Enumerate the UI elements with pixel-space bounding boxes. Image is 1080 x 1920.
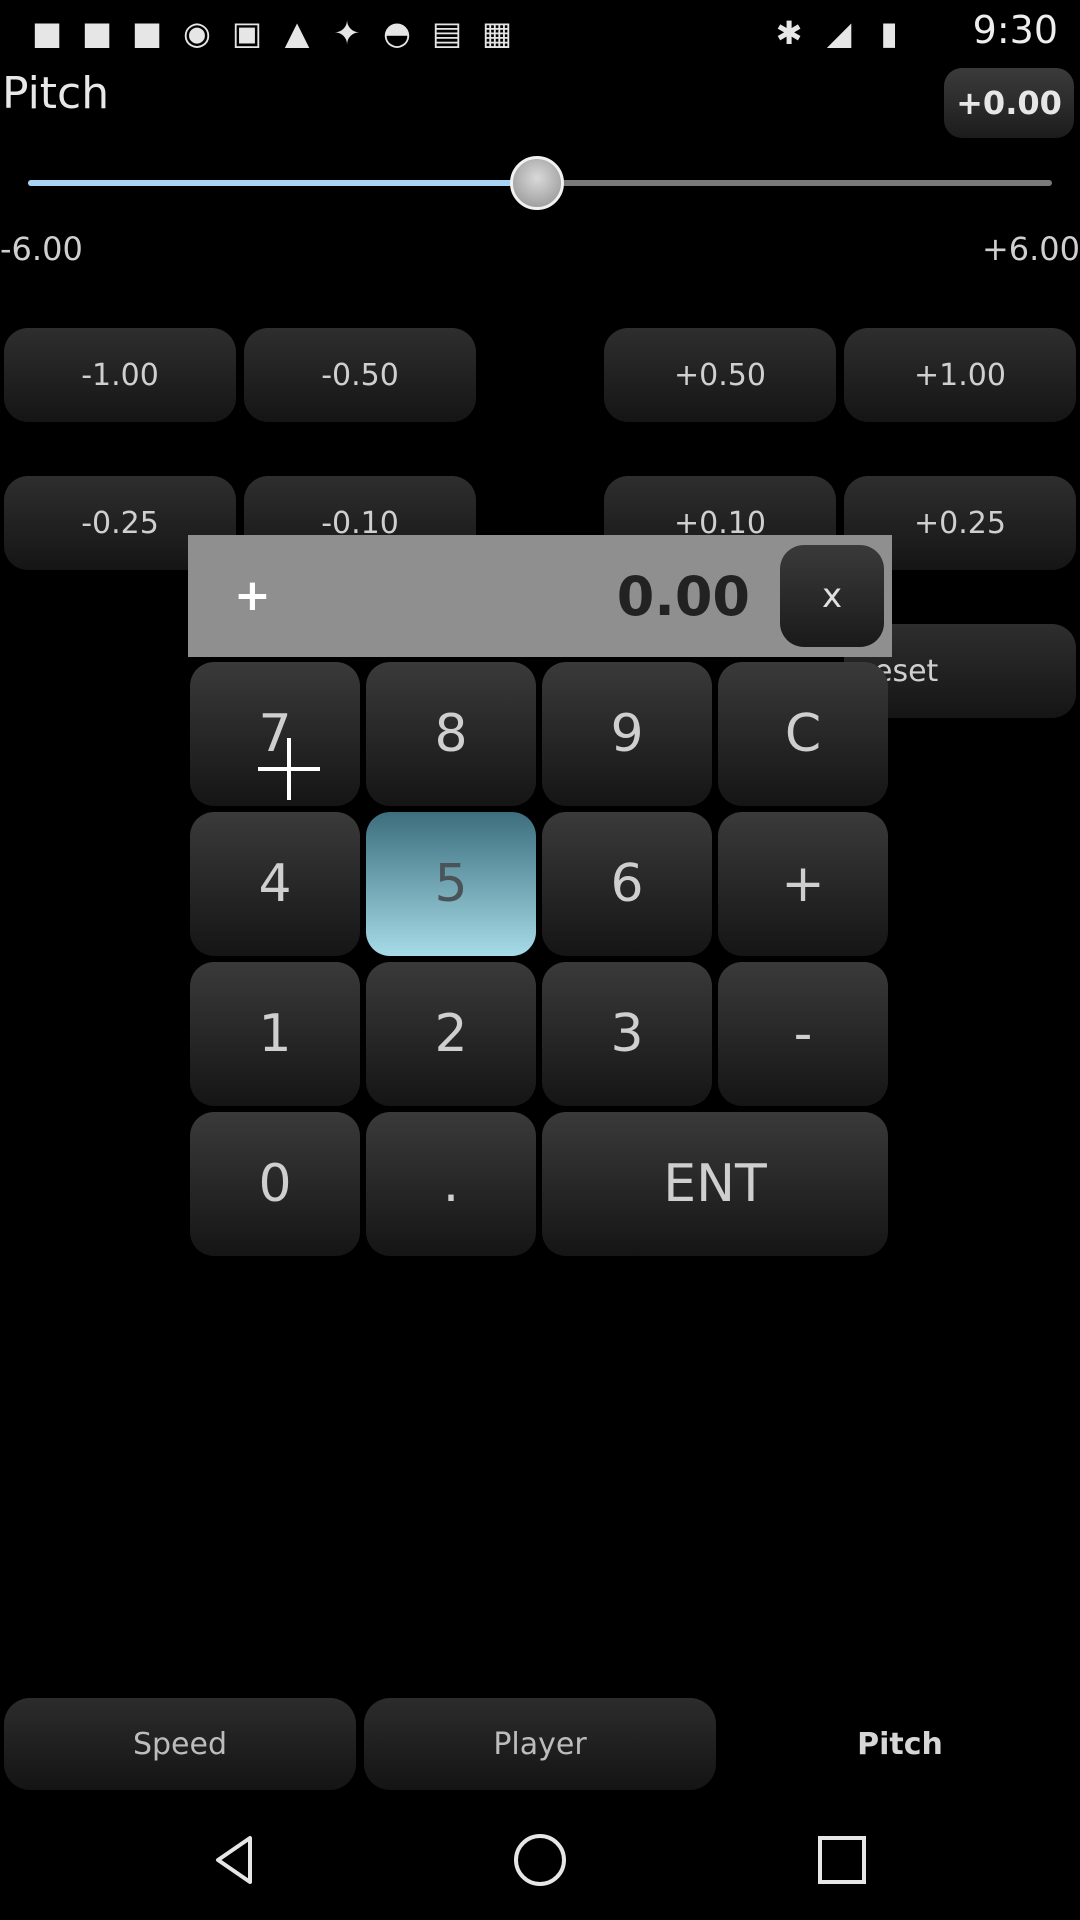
status-bar: ■ ■ ■ ◉ ▣ ▲ ✦ ◓ ▤ ▦ ✱ ◢ ▮ 9:30 <box>0 0 1080 64</box>
touch-cursor-icon <box>258 738 320 800</box>
key-dot[interactable]: . <box>366 1112 536 1256</box>
signal-icon: ◢ <box>826 14 852 52</box>
key-5[interactable]: 5 <box>366 812 536 956</box>
slider-thumb[interactable] <box>510 156 564 210</box>
key-1[interactable]: 1 <box>190 962 360 1106</box>
page-title: Pitch <box>2 68 110 119</box>
fake-gps-icon: ✦ <box>333 14 361 52</box>
clock: 9:30 <box>972 8 1058 52</box>
app-icon: ■ <box>131 14 163 52</box>
step-plus-1-button[interactable]: +1.00 <box>844 328 1076 422</box>
step-minus-0-5-button[interactable]: -0.50 <box>244 328 476 422</box>
tab-player[interactable]: Player <box>364 1698 716 1790</box>
bag-icon: ▦ <box>481 14 513 52</box>
battery-icon: ▮ <box>880 14 898 52</box>
key-8[interactable]: 8 <box>366 662 536 806</box>
slider-max-label: +6.00 <box>981 230 1080 268</box>
key-0[interactable]: 0 <box>190 1112 360 1256</box>
warning-icon: ▲ <box>284 14 310 52</box>
sync-icon: ◉ <box>183 14 211 52</box>
back-icon[interactable] <box>206 1830 266 1890</box>
key-9[interactable]: 9 <box>542 662 712 806</box>
home-icon[interactable] <box>510 1830 570 1890</box>
bluetooth-icon: ✱ <box>775 14 803 52</box>
app-icon: ■ <box>31 14 63 52</box>
inbox-icon: ▤ <box>431 14 463 52</box>
step-minus-1-button[interactable]: -1.00 <box>4 328 236 422</box>
key-4[interactable]: 4 <box>190 812 360 956</box>
key-2[interactable]: 2 <box>366 962 536 1106</box>
lock-icon: ▣ <box>231 14 263 52</box>
tab-pitch[interactable]: Pitch <box>724 1698 1076 1790</box>
keypad-close-button[interactable]: x <box>780 545 884 647</box>
android-icon: ◓ <box>383 14 411 52</box>
keypad-value: 0.00 <box>616 565 750 628</box>
tab-speed[interactable]: Speed <box>4 1698 356 1790</box>
step-plus-0-5-button[interactable]: +0.50 <box>604 328 836 422</box>
slider-fill <box>28 180 538 186</box>
slider-min-label: -6.00 <box>0 230 83 268</box>
key-3[interactable]: 3 <box>542 962 712 1106</box>
keypad-sign: + <box>234 570 271 621</box>
key-clear[interactable]: C <box>718 662 888 806</box>
recents-icon[interactable] <box>812 1830 872 1890</box>
key-minus[interactable]: - <box>718 962 888 1106</box>
key-enter[interactable]: ENT <box>542 1112 888 1256</box>
current-value-badge[interactable]: +0.00 <box>944 68 1074 138</box>
key-plus[interactable]: + <box>718 812 888 956</box>
app-icon: ■ <box>81 14 113 52</box>
key-6[interactable]: 6 <box>542 812 712 956</box>
